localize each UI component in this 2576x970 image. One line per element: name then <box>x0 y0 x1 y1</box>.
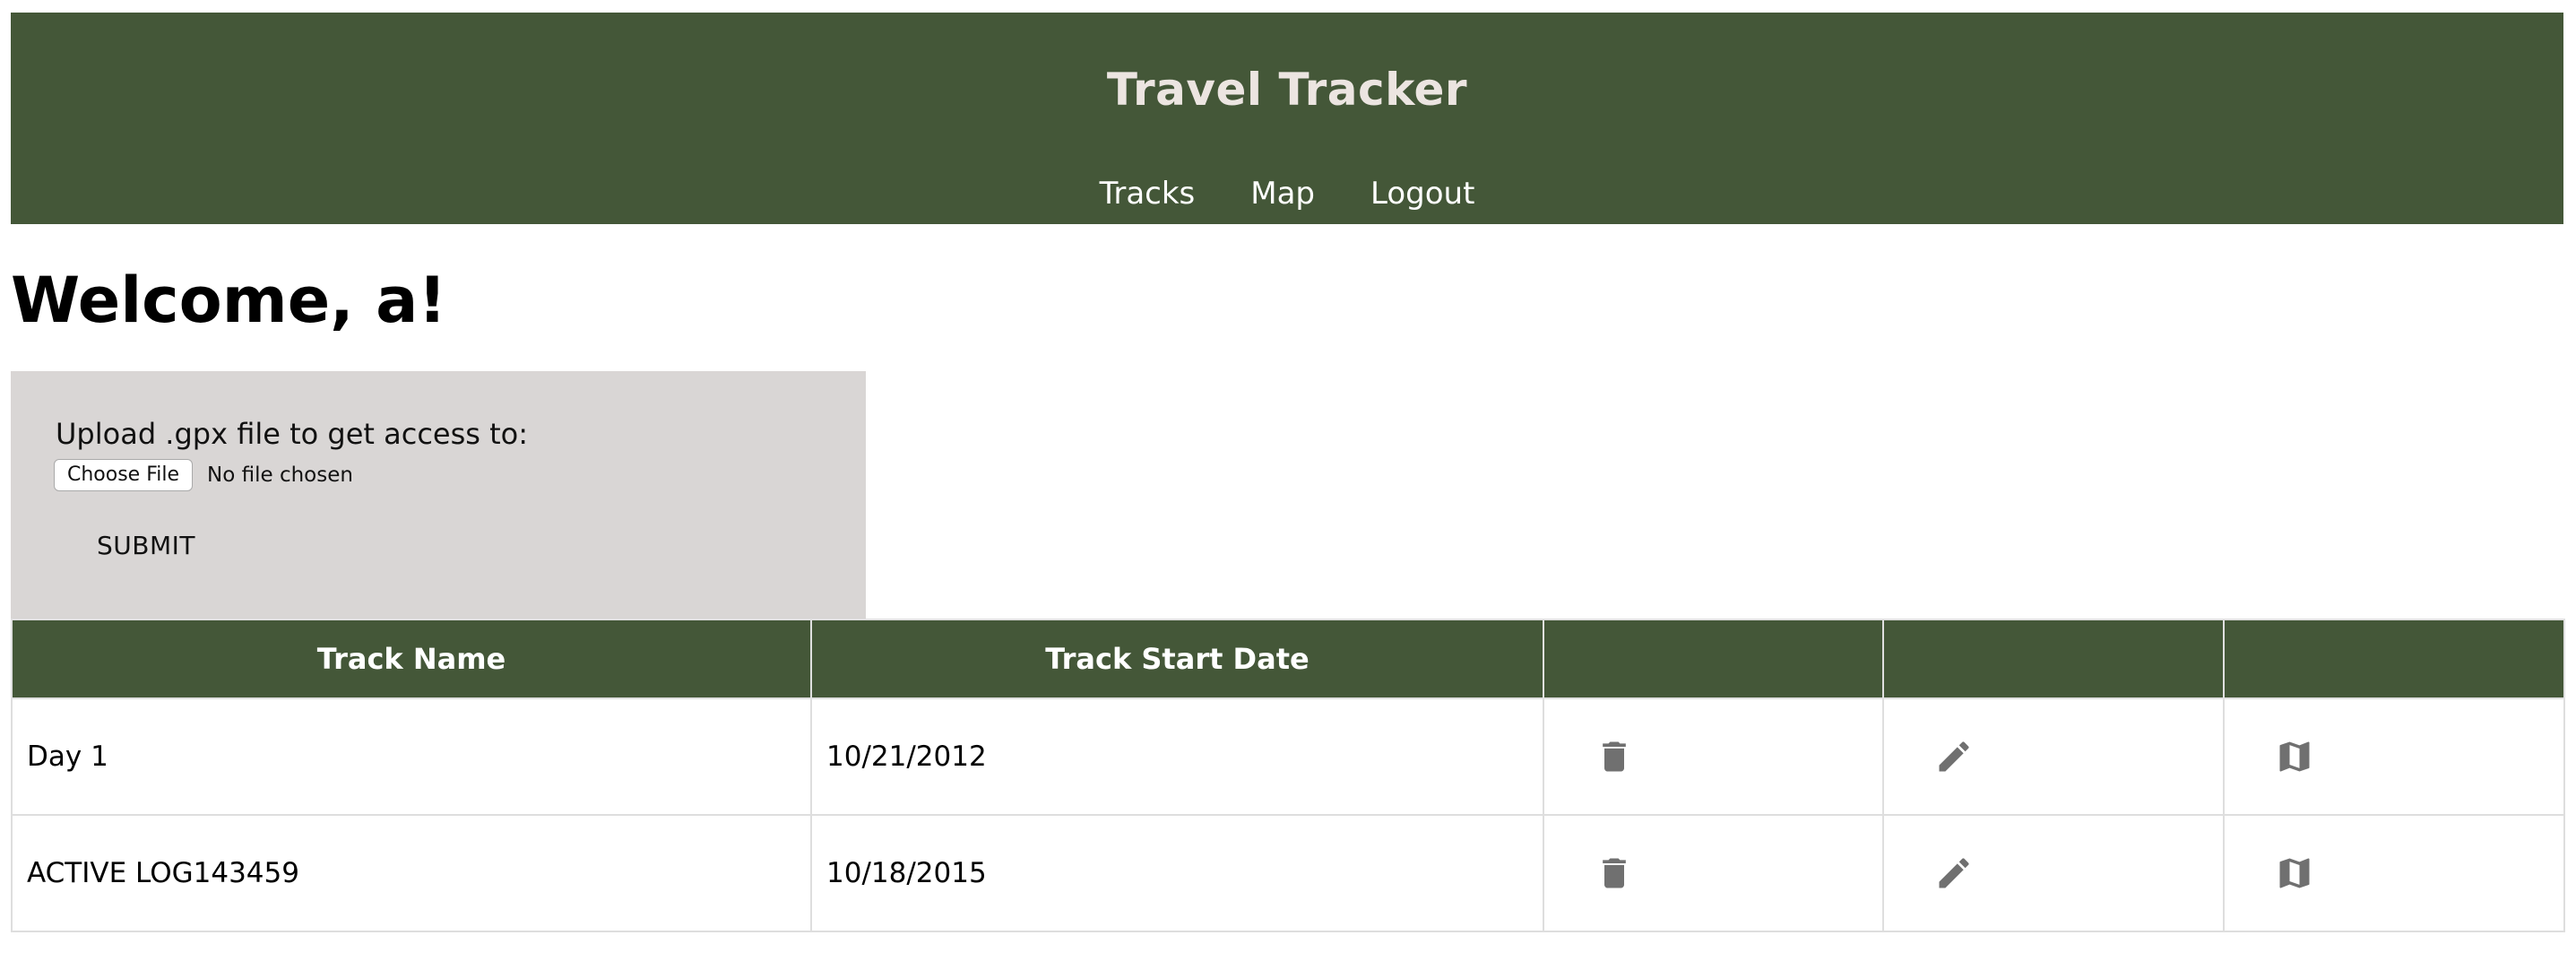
nav-logout[interactable]: Logout <box>1370 172 1474 215</box>
track-name-cell: Day 1 <box>11 697 812 816</box>
file-status: No file chosen <box>207 463 353 487</box>
upload-label: Upload .gpx file to get access to: <box>56 417 529 451</box>
upload-panel: Upload .gpx file to get access to: SUBMI… <box>11 371 866 619</box>
header: Travel Tracker Tracks Map Logout <box>11 13 2563 224</box>
nav-map[interactable]: Map <box>1250 172 1315 215</box>
trash-icon[interactable] <box>1587 846 1641 900</box>
file-input: Choose File No file chosen <box>54 459 353 491</box>
map-icon[interactable] <box>2268 846 2321 900</box>
track-name-cell: ACTIVE LOG143459 <box>11 814 812 932</box>
map-cell <box>2223 814 2565 932</box>
table-header-row: Track Name Track Start Date <box>11 619 2565 699</box>
submit-button[interactable]: SUBMIT <box>82 524 210 567</box>
pencil-icon[interactable] <box>1927 730 1981 784</box>
welcome-heading: Welcome, a! <box>11 264 447 337</box>
map-icon[interactable] <box>2268 730 2321 784</box>
pencil-icon[interactable] <box>1927 846 1981 900</box>
delete-cell <box>1543 697 1884 816</box>
app-title: Travel Tracker <box>1106 64 1468 116</box>
col-track-name: Track Name <box>11 619 812 699</box>
edit-cell <box>1882 697 2225 816</box>
track-date-cell: 10/21/2012 <box>810 697 1544 816</box>
table-row: Day 1 10/21/2012 <box>11 697 2565 816</box>
track-date-cell: 10/18/2015 <box>810 814 1544 932</box>
nav: Tracks Map Logout <box>11 172 2563 215</box>
col-track-start-date: Track Start Date <box>810 619 1544 699</box>
col-edit <box>1882 619 2225 699</box>
choose-file-button[interactable]: Choose File <box>54 459 194 491</box>
col-map <box>2223 619 2565 699</box>
delete-cell <box>1543 814 1884 932</box>
col-delete <box>1543 619 1884 699</box>
map-cell <box>2223 697 2565 816</box>
nav-tracks[interactable]: Tracks <box>1100 172 1196 215</box>
trash-icon[interactable] <box>1587 730 1641 784</box>
tracks-table: Track Name Track Start Date Day 1 10/21/… <box>11 619 2565 932</box>
table-row: ACTIVE LOG143459 10/18/2015 <box>11 814 2565 932</box>
edit-cell <box>1882 814 2225 932</box>
